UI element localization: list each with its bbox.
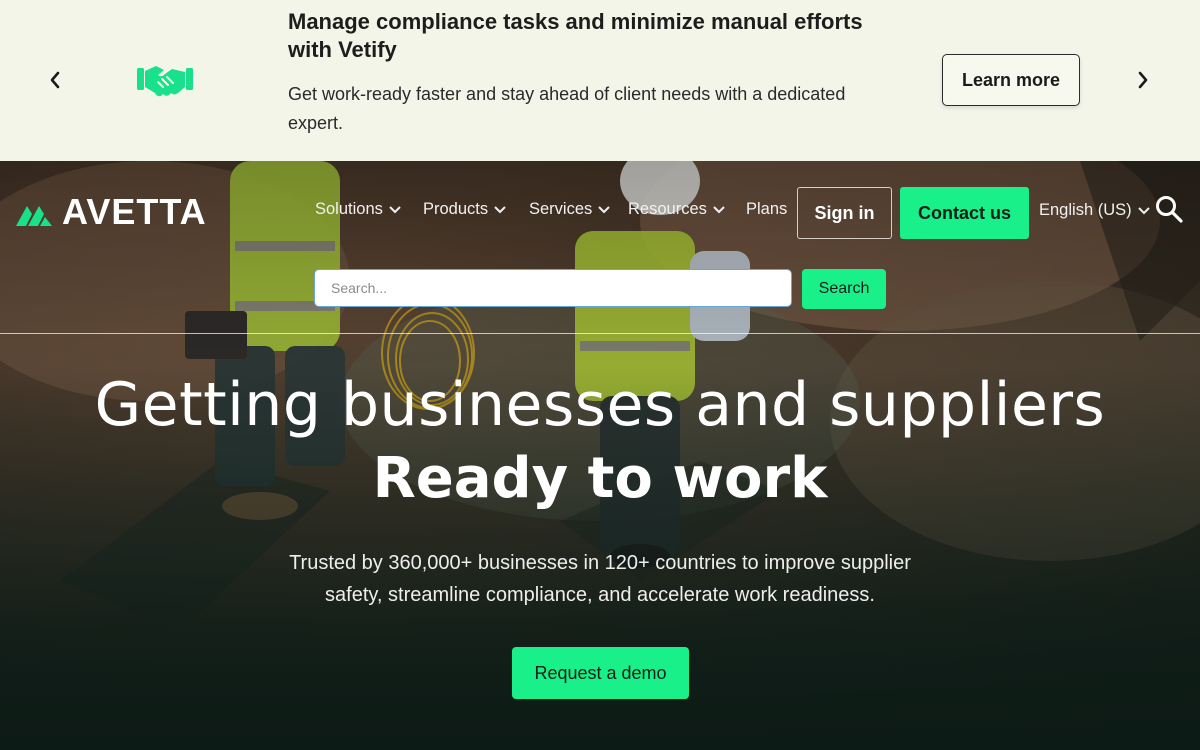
nav-item-label: Solutions bbox=[315, 200, 383, 218]
nav-item-label: Products bbox=[423, 200, 489, 218]
hero-headline: Getting businesses and suppliers bbox=[94, 370, 1106, 440]
nav-item-services[interactable]: Services bbox=[529, 200, 610, 219]
search-icon[interactable] bbox=[1154, 194, 1184, 224]
nav-item-label: Resources bbox=[628, 200, 707, 218]
logo-mark-icon bbox=[16, 206, 52, 226]
hero-headline-emphasis: Ready to work bbox=[372, 446, 828, 511]
language-label: English (US) bbox=[1039, 201, 1132, 219]
language-selector[interactable]: English (US) bbox=[1039, 201, 1150, 220]
learn-more-button[interactable]: Learn more bbox=[942, 54, 1080, 106]
sign-in-button[interactable]: Sign in bbox=[797, 187, 892, 239]
chevron-down-icon bbox=[494, 205, 506, 213]
chevron-left-icon bbox=[50, 71, 60, 89]
carousel-prev-button[interactable] bbox=[38, 63, 72, 97]
chevron-right-icon bbox=[1138, 71, 1148, 89]
banner-subtitle: Get work-ready faster and stay ahead of … bbox=[288, 84, 846, 133]
chevron-down-icon bbox=[1137, 206, 1150, 214]
request-demo-button[interactable]: Request a demo bbox=[512, 647, 689, 699]
header-divider bbox=[0, 333, 1200, 334]
nav-item-plans[interactable]: Plans bbox=[746, 200, 787, 219]
contact-us-button[interactable]: Contact us bbox=[900, 187, 1029, 239]
hero-subtext: Trusted by 360,000+ businesses in 120+ c… bbox=[289, 552, 911, 606]
promo-banner: Manage compliance tasks and minimize man… bbox=[0, 0, 1200, 161]
nav-item-resources[interactable]: Resources bbox=[628, 200, 725, 219]
banner-title: Manage compliance tasks and minimize man… bbox=[288, 9, 863, 62]
chevron-down-icon bbox=[389, 205, 401, 213]
logo-text: AVETTA bbox=[62, 191, 207, 232]
carousel-next-button[interactable] bbox=[1126, 63, 1160, 97]
avetta-logo[interactable]: AVETTA bbox=[16, 191, 207, 232]
chevron-down-icon bbox=[713, 205, 725, 213]
search-input[interactable] bbox=[314, 269, 792, 307]
nav-item-label: Plans bbox=[746, 200, 788, 218]
nav-item-products[interactable]: Products bbox=[423, 200, 506, 219]
nav-item-label: Services bbox=[529, 200, 593, 218]
nav-item-solutions[interactable]: Solutions bbox=[315, 200, 401, 219]
search-button[interactable]: Search bbox=[802, 269, 886, 309]
chevron-down-icon bbox=[598, 205, 610, 213]
handshake-icon bbox=[137, 66, 193, 97]
